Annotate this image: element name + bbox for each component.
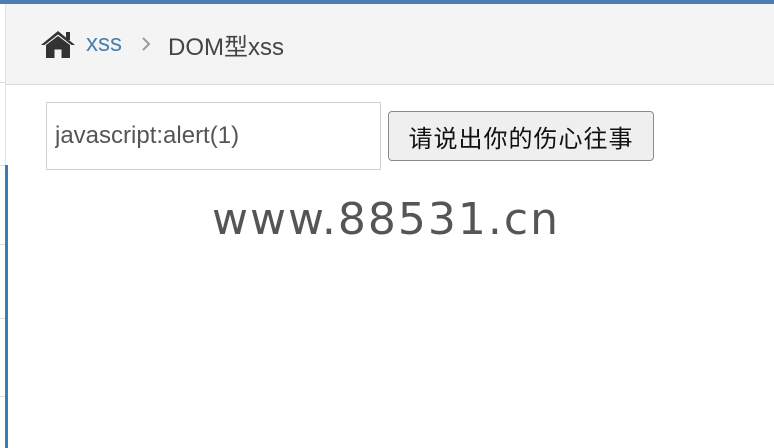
watermark-text: www.88531.cn [212,193,560,245]
chevron-right-icon [136,34,156,54]
page: xss DOM型xss 请说出你的伤心往事 www.88531.cn [0,0,774,448]
sidebar-active-indicator [5,165,8,448]
breadcrumb: xss DOM型xss [6,4,774,85]
xss-text-input[interactable] [46,102,381,170]
home-icon[interactable] [40,29,76,59]
breadcrumb-link-xss[interactable]: xss [86,30,122,58]
breadcrumb-current: DOM型xss [168,33,284,61]
submit-button[interactable]: 请说出你的伤心往事 [388,111,654,161]
